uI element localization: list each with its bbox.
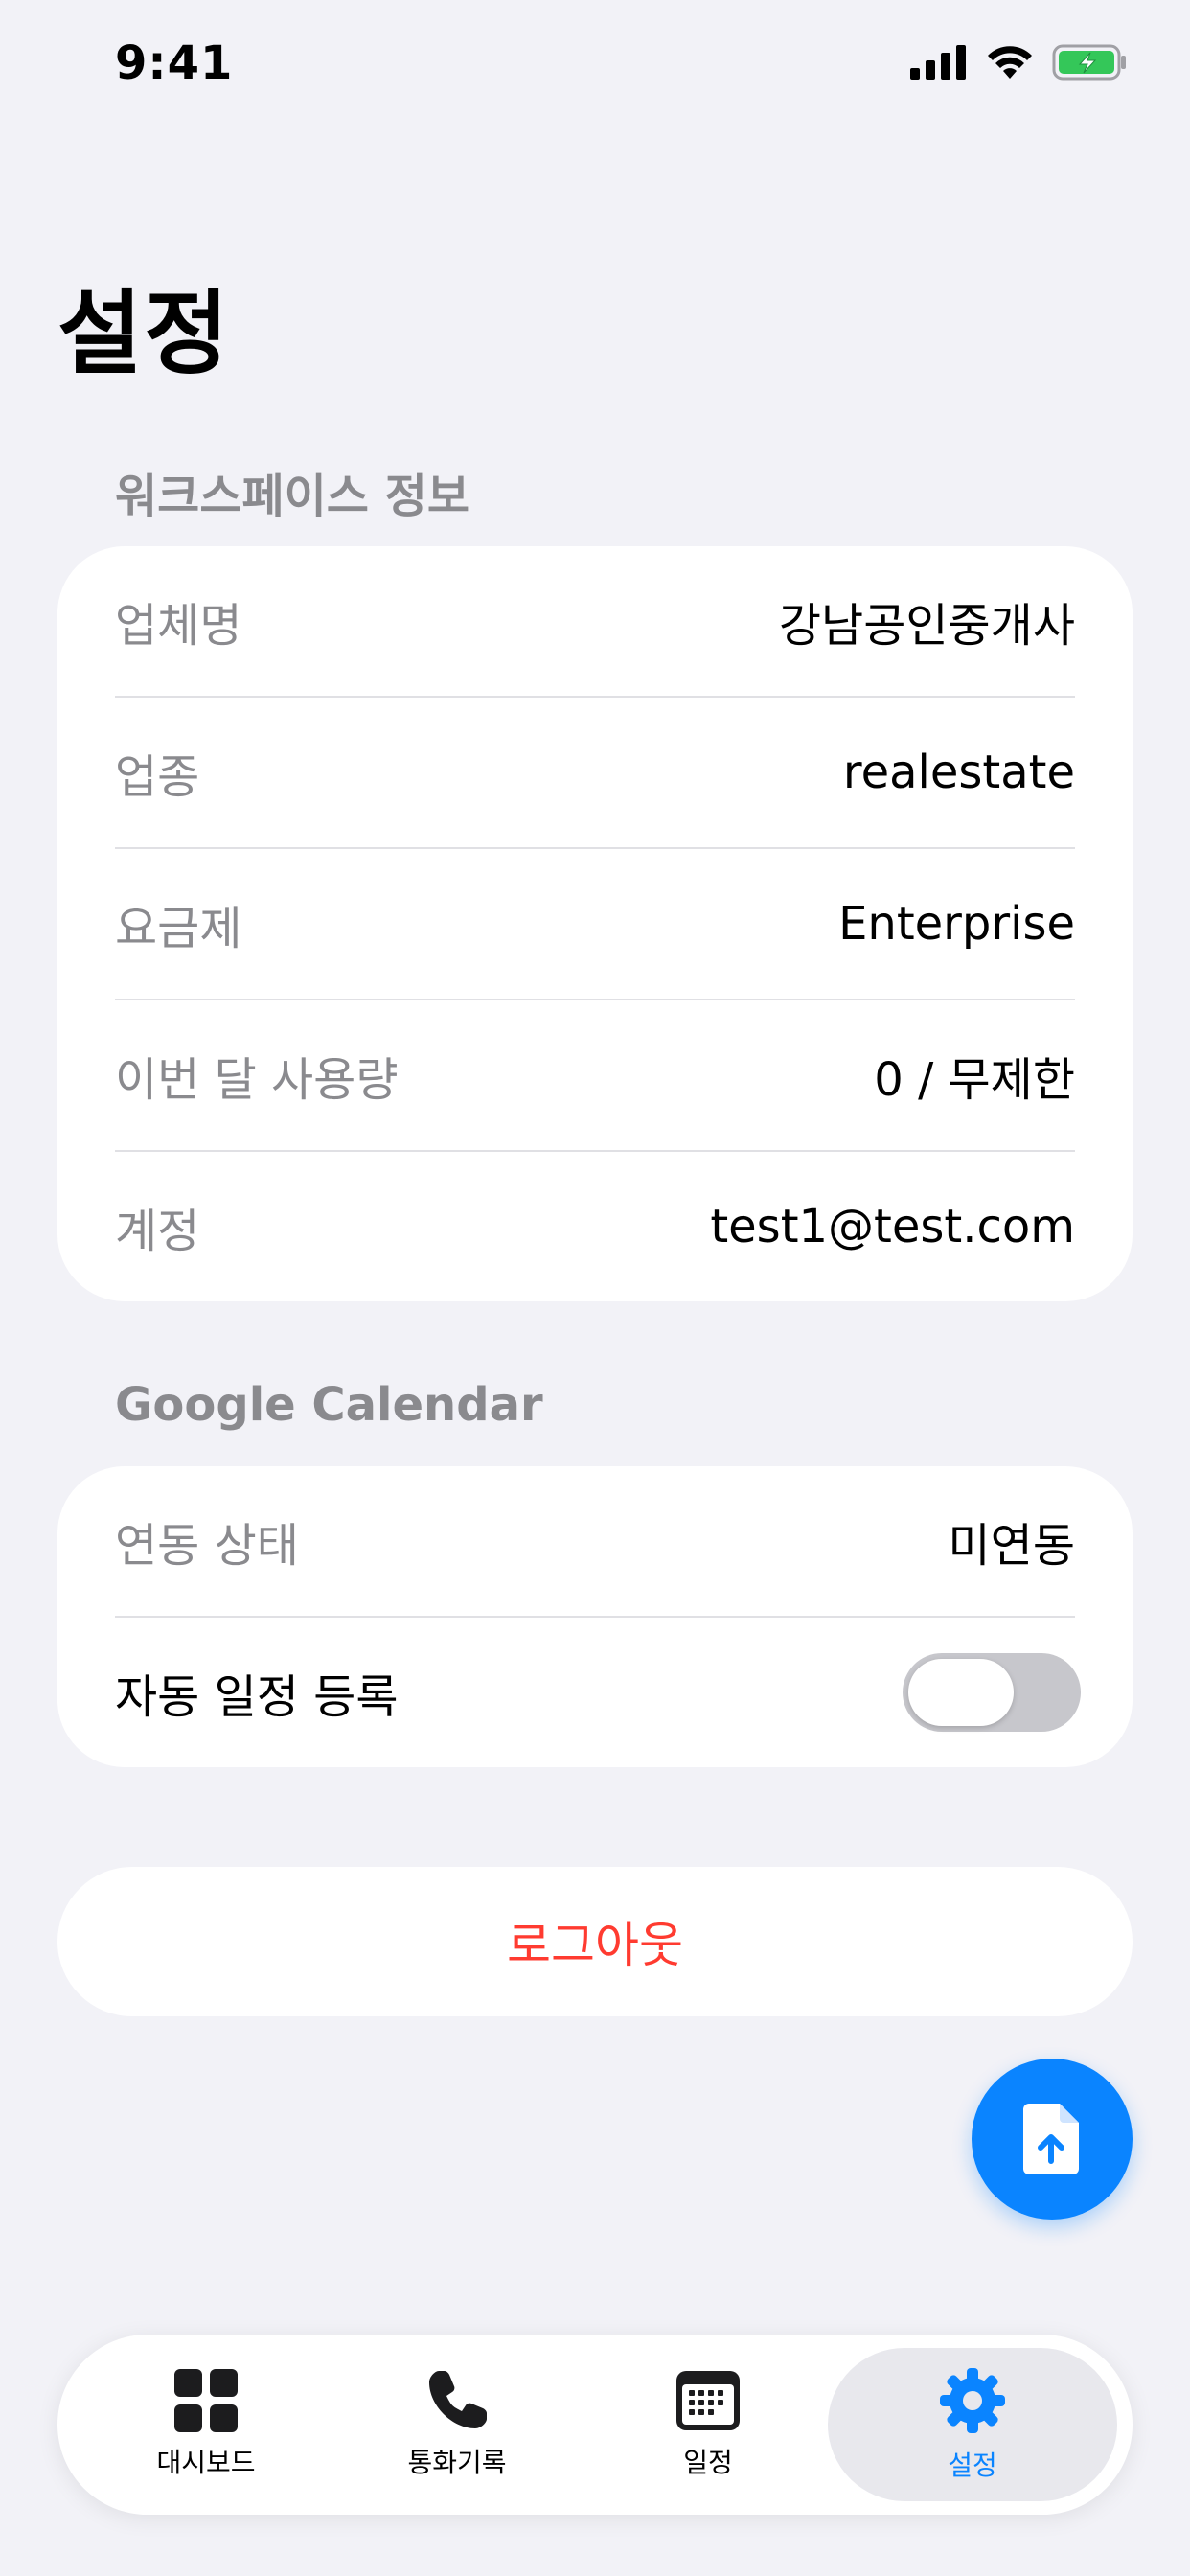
tab-label: 대시보드: [156, 2447, 256, 2478]
row-value: 0 / 무제한: [874, 1053, 1075, 1107]
calendar-status-row: 연동 상태 미연동: [115, 1466, 1075, 1618]
row-label: 업체명: [115, 599, 242, 653]
tab-label: 일정: [683, 2447, 733, 2478]
row-label: 요금제: [115, 902, 242, 955]
tab-settings[interactable]: 설정: [828, 2348, 1117, 2501]
workspace-row-industry: 업종 realestate: [115, 698, 1075, 849]
row-label: 업종: [115, 750, 200, 804]
status-time: 9:41: [115, 36, 234, 90]
toggle-knob: [908, 1659, 1014, 1726]
page-title: 설정: [57, 280, 231, 387]
workspace-info-card: 업체명 강남공인중개사 업종 realestate 요금제 Enterprise…: [57, 546, 1133, 1301]
auto-schedule-label: 자동 일정 등록: [115, 1670, 399, 1724]
document-upload-icon: [1023, 2104, 1079, 2174]
calendar-icon: [676, 2371, 740, 2430]
status-bar: 9:41: [0, 0, 1190, 134]
gear-icon: [940, 2368, 1005, 2433]
status-icons: [910, 44, 1129, 80]
auto-schedule-toggle[interactable]: [903, 1653, 1081, 1732]
workspace-section-header: 워크스페이스 정보: [115, 470, 469, 523]
auto-schedule-row: 자동 일정 등록: [115, 1618, 1081, 1767]
google-calendar-card: 연동 상태 미연동 자동 일정 등록: [57, 1466, 1133, 1767]
grid-icon: [174, 2369, 238, 2432]
cellular-signal-icon: [910, 45, 966, 80]
wifi-icon: [988, 46, 1032, 79]
upload-document-fab[interactable]: [972, 2058, 1133, 2220]
phone-icon: [429, 2371, 487, 2428]
tab-schedule[interactable]: 일정: [598, 2348, 818, 2501]
row-value: 강남공인중개사: [778, 599, 1075, 653]
row-value: realestate: [842, 746, 1075, 799]
tab-call-history[interactable]: 통화기록: [347, 2348, 567, 2501]
calendar-status-value: 미연동: [948, 1519, 1075, 1573]
tab-bar: 대시보드 통화기록 일정 설정: [57, 2334, 1133, 2515]
google-calendar-section-header: Google Calendar: [115, 1378, 543, 1432]
workspace-row-company: 업체명 강남공인중개사: [115, 546, 1075, 698]
row-label: 계정: [115, 1205, 200, 1258]
tab-label: 통화기록: [407, 2447, 507, 2478]
row-value: Enterprise: [838, 897, 1075, 951]
row-value: test1@test.com: [710, 1200, 1075, 1254]
tab-label: 설정: [948, 2450, 997, 2481]
tab-dashboard[interactable]: 대시보드: [96, 2348, 316, 2501]
battery-charging-icon: [1052, 44, 1126, 80]
workspace-row-plan: 요금제 Enterprise: [115, 849, 1075, 1000]
workspace-row-account: 계정 test1@test.com: [115, 1152, 1075, 1301]
workspace-row-usage: 이번 달 사용량 0 / 무제한: [115, 1000, 1075, 1152]
logout-button[interactable]: 로그아웃: [57, 1867, 1133, 2016]
row-label: 이번 달 사용량: [115, 1053, 399, 1107]
calendar-status-label: 연동 상태: [115, 1519, 299, 1573]
